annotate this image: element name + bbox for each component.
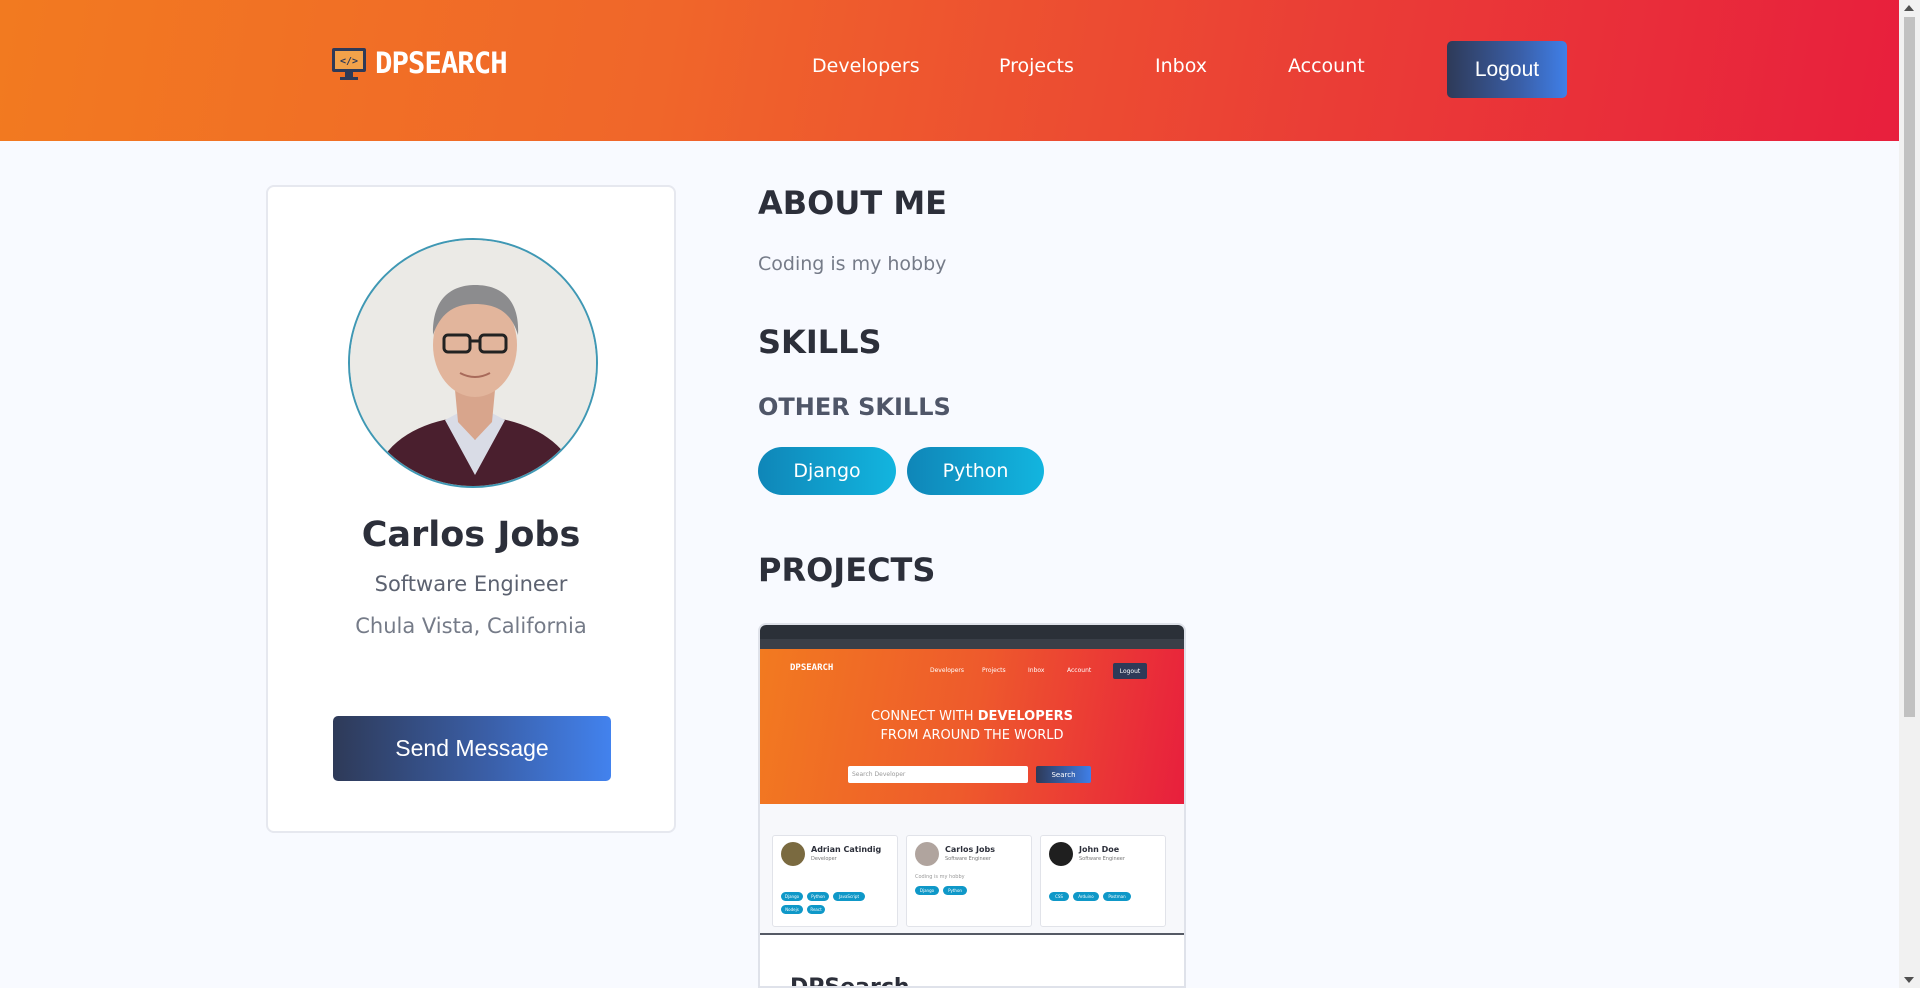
avatar: [348, 238, 598, 488]
preview-headline-1: CONNECT WITH DEVELOPERS: [760, 709, 1184, 724]
preview-brand: DPSEARCH: [790, 663, 834, 673]
vertical-scrollbar[interactable]: [1899, 0, 1920, 988]
preview-skill-chip: Python: [943, 886, 967, 895]
preview-dev-role: Software Engineer: [1079, 856, 1125, 862]
avatar: [1049, 842, 1073, 866]
project-card[interactable]: DPSEARCH Developers Projects Inbox Accou…: [758, 623, 1186, 988]
logout-button[interactable]: Logout: [1447, 41, 1567, 98]
preview-nav-account: Account: [1067, 667, 1092, 674]
preview-skill-chip: Django: [915, 886, 939, 895]
preview-nav-inbox: Inbox: [1028, 667, 1045, 674]
top-navbar: </> DPSEARCH Developers Projects Inbox A…: [0, 0, 1899, 141]
send-message-button[interactable]: Send Message: [333, 716, 611, 781]
nav-account[interactable]: Account: [1288, 55, 1365, 77]
preview-search-input: Search Developer: [848, 766, 1028, 783]
preview-nav-developers: Developers: [930, 667, 964, 674]
preview-developer-list: Adrian Catindig Developer Django Python …: [760, 804, 1184, 935]
profile-title: Software Engineer: [374, 572, 568, 596]
nav-inbox[interactable]: Inbox: [1155, 55, 1207, 77]
brand-logo[interactable]: </> DPSEARCH: [331, 44, 508, 82]
preview-skill-chip: Nodejs: [781, 905, 803, 914]
preview-headline-1b: DEVELOPERS: [977, 709, 1073, 724]
brand-name: DPSEARCH: [375, 46, 508, 80]
browser-url-bar: [760, 639, 1184, 649]
preview-dev-card: Adrian Catindig Developer Django Python …: [772, 835, 898, 927]
preview-bottom: DPSearch: [760, 935, 1184, 988]
preview-dev-name: Adrian Catindig: [811, 845, 882, 854]
preview-skill-chip: Postman: [1103, 892, 1131, 901]
preview-skill-chip: Python: [807, 892, 829, 901]
preview-headline-2: FROM AROUND THE WORLD: [880, 728, 1064, 743]
browser-tabs-strip: [760, 625, 1184, 639]
profile-name: Carlos Jobs: [361, 515, 581, 555]
preview-dev-role: Developer: [811, 856, 837, 862]
preview-skill-chip: React: [807, 905, 825, 914]
scroll-thumb[interactable]: [1904, 17, 1915, 717]
other-skills-heading: OTHER SKILLS: [758, 393, 951, 421]
projects-heading: PROJECTS: [758, 551, 936, 589]
preview-skill-chip: Django: [781, 892, 803, 901]
preview-skill-chip: CSS: [1049, 892, 1069, 901]
preview-dev-name: John Doe: [1079, 845, 1120, 854]
profile-card: Carlos Jobs Software Engineer Chula Vist…: [266, 185, 676, 833]
preview-bottom-title: DPSearch: [790, 975, 910, 988]
preview-headline-1a: CONNECT WITH: [871, 709, 978, 724]
preview-dev-role: Software Engineer: [945, 856, 991, 862]
avatar: [915, 842, 939, 866]
monitor-code-icon: </>: [331, 44, 367, 82]
skill-chip-python: Python: [907, 447, 1044, 495]
preview-dev-card: John Doe Software Engineer CSS Arduino P…: [1040, 835, 1166, 927]
profile-location: Chula Vista, California: [355, 614, 587, 638]
avatar: [781, 842, 805, 866]
project-preview-hero: DPSEARCH Developers Projects Inbox Accou…: [760, 649, 1184, 804]
preview-search-button: Search: [1036, 766, 1091, 783]
svg-text:</>: </>: [340, 56, 358, 67]
nav-developers[interactable]: Developers: [812, 55, 920, 77]
preview-dev-bio: Coding is my hobby: [915, 874, 965, 880]
about-text: Coding is my hobby: [758, 253, 947, 275]
scroll-up-arrow-icon[interactable]: [1904, 5, 1914, 11]
skills-heading: SKILLS: [758, 323, 882, 361]
preview-dev-name: Carlos Jobs: [945, 845, 995, 854]
about-heading: ABOUT ME: [758, 184, 948, 222]
nav-projects[interactable]: Projects: [999, 55, 1074, 77]
preview-skill-chip: Arduino: [1073, 892, 1099, 901]
scroll-down-arrow-icon[interactable]: [1904, 977, 1914, 983]
preview-logout: Logout: [1113, 663, 1147, 679]
preview-skill-chip: JavaScript: [833, 892, 865, 901]
preview-dev-card: Carlos Jobs Software Engineer Coding is …: [906, 835, 1032, 927]
skill-chip-django: Django: [758, 447, 896, 495]
preview-nav-projects: Projects: [982, 667, 1006, 674]
